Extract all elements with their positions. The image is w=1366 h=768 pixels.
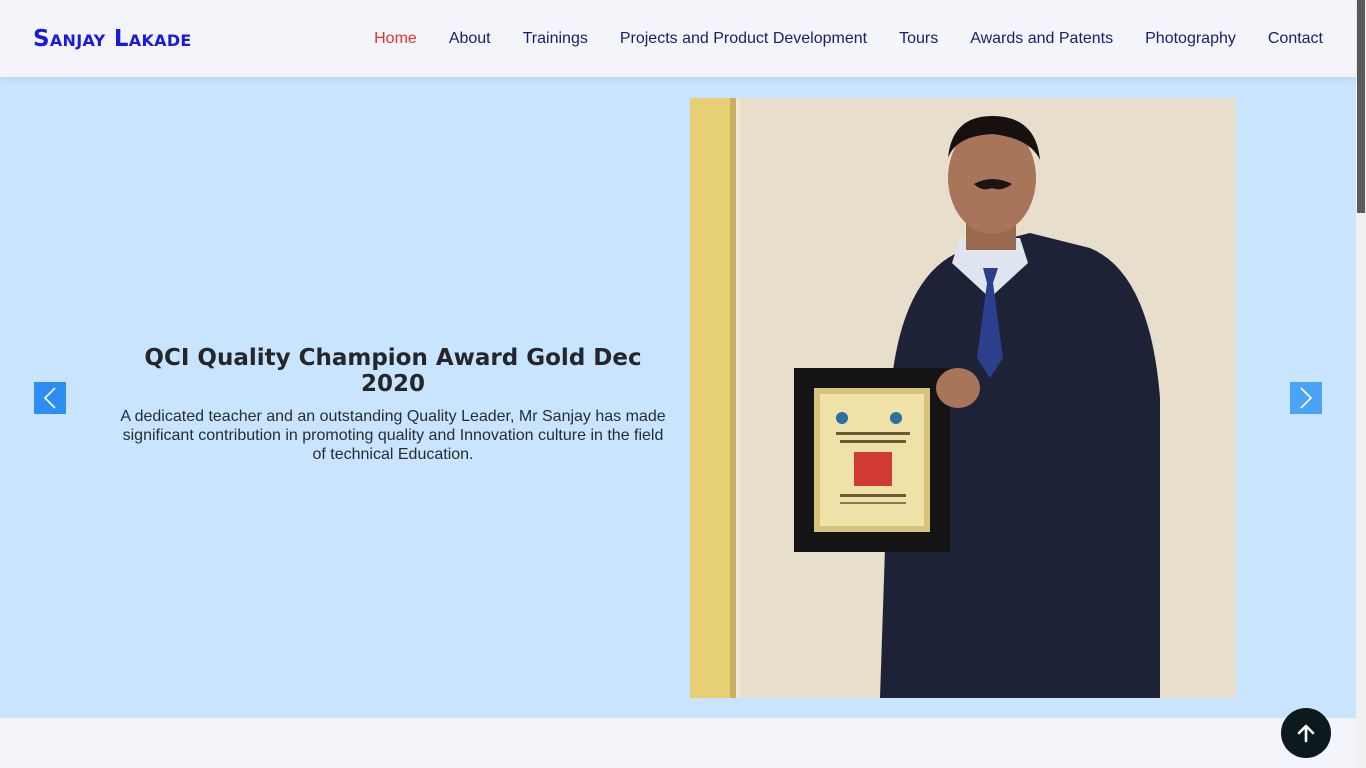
carousel-prev-button[interactable]	[34, 382, 66, 414]
page-scrollbar[interactable]	[1356, 0, 1366, 768]
chevron-left-icon	[43, 387, 56, 409]
carousel-next-button[interactable]	[1290, 382, 1322, 414]
site-header: Sanjay Lakade Home About Trainings Proje…	[0, 0, 1356, 77]
carousel-caption: QCI Quality Champion Award Gold Dec 2020…	[118, 345, 668, 464]
hero-carousel: QCI Quality Champion Award Gold Dec 2020…	[0, 77, 1356, 718]
nav-projects[interactable]: Projects and Product Development	[620, 30, 867, 48]
nav-home[interactable]: Home	[374, 30, 417, 48]
scrollbar-thumb[interactable]	[1357, 0, 1365, 213]
slide-title: QCI Quality Champion Award Gold Dec 2020	[144, 345, 642, 397]
site-logo[interactable]: Sanjay Lakade	[33, 26, 192, 52]
back-to-top-button[interactable]	[1281, 708, 1331, 758]
award-photo	[690, 98, 1236, 698]
nav-awards[interactable]: Awards and Patents	[970, 30, 1113, 48]
nav-photography[interactable]: Photography	[1145, 30, 1236, 48]
arrow-up-icon	[1297, 724, 1315, 743]
chevron-right-icon	[1300, 387, 1313, 409]
nav-trainings[interactable]: Trainings	[523, 30, 588, 48]
slide-description: A dedicated teacher and an outstanding Q…	[120, 408, 666, 463]
nav-contact[interactable]: Contact	[1268, 30, 1323, 48]
main-nav: Home About Trainings Projects and Produc…	[342, 30, 1323, 48]
nav-tours[interactable]: Tours	[899, 30, 938, 48]
nav-about[interactable]: About	[449, 30, 491, 48]
